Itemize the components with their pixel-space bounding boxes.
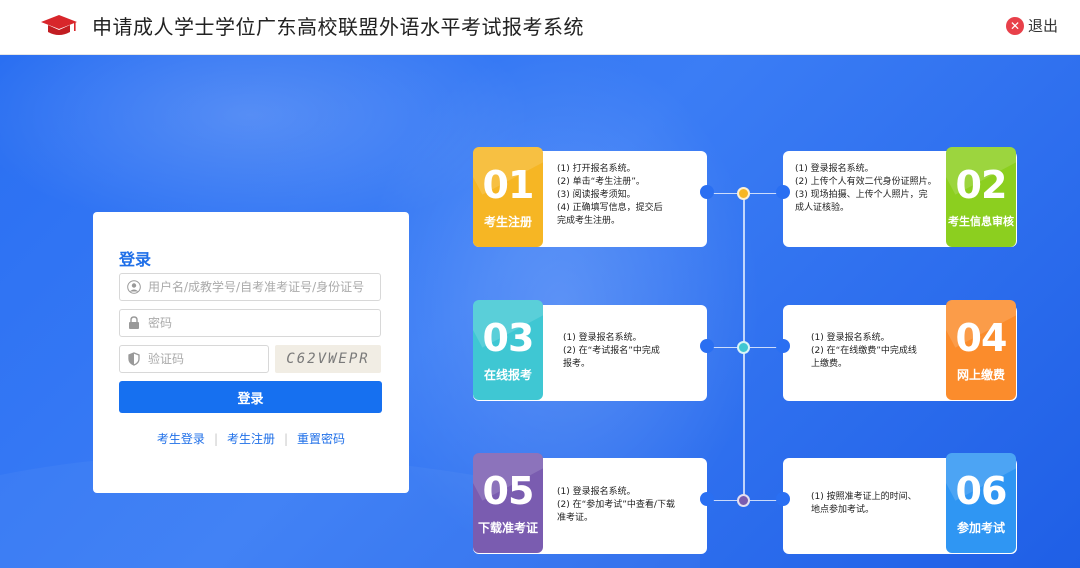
step-label: 下载准考证 — [477, 521, 538, 535]
user-icon — [127, 280, 141, 294]
logout-label: 退出 — [1027, 17, 1058, 35]
step-badge-05: 05 下载准考证 — [473, 453, 543, 553]
step-description: (1) 登录报名系统。 (2) 在“考试报名”中完成 报考。 — [563, 333, 660, 369]
graduation-cap-icon — [41, 15, 77, 35]
password-field[interactable] — [119, 309, 381, 337]
main-banner: 登录 C62VWEPR 登录 考生登录 | 考生注册 | 重置密 — [0, 55, 1080, 568]
step-number: 02 — [955, 163, 1008, 207]
step-badge-06: 06 参加考试 — [946, 453, 1016, 553]
link-divider: | — [213, 431, 218, 446]
shield-icon — [127, 352, 141, 366]
timeline-dot — [737, 494, 750, 507]
step-description: (1) 登录报名系统。 (2) 在“在线缴费”中完成线 上缴费。 — [811, 333, 917, 369]
student-register-link[interactable]: 考生注册 — [227, 430, 275, 447]
lock-icon — [127, 316, 141, 330]
login-links: 考生登录 | 考生注册 | 重置密码 — [93, 430, 409, 447]
step-description: (1) 打开报名系统。 (2) 单击“考生注册”。 (3) 阅读报考须知。 (4… — [557, 164, 663, 226]
step-badge-04: 04 网上缴费 — [946, 300, 1016, 400]
card-notch — [700, 339, 714, 353]
captcha-field[interactable] — [119, 345, 269, 373]
password-input[interactable] — [148, 316, 368, 330]
step-number: 03 — [482, 316, 535, 360]
login-card: 登录 C62VWEPR 登录 考生登录 | 考生注册 | 重置密 — [93, 212, 409, 493]
captcha-image[interactable]: C62VWEPR — [275, 345, 381, 373]
step-number: 04 — [955, 316, 1008, 360]
logout-button[interactable]: ✕ 退出 — [1005, 15, 1058, 36]
top-header: 申请成人学士学位广东高校联盟外语水平考试报考系统 ✕ 退出 — [0, 0, 1080, 55]
login-submit-button[interactable]: 登录 — [119, 381, 382, 413]
step-description: (1) 登录报名系统。 (2) 在“参加考试”中查看/下载 准考证。 — [557, 487, 675, 523]
card-notch — [776, 492, 790, 506]
step-number: 06 — [955, 469, 1008, 513]
timeline-dot — [737, 187, 750, 200]
card-notch — [700, 185, 714, 199]
step-badge-02: 02 考生信息审核 — [946, 147, 1016, 247]
step-description: (1) 登录报名系统。 (2) 上传个人有效二代身份证照片。 (3) 现场拍摄、… — [795, 164, 937, 213]
step-description: (1) 按照准考证上的时间、 地点参加考试。 — [811, 492, 917, 515]
step-label: 在线报考 — [483, 368, 532, 382]
reset-password-link[interactable]: 重置密码 — [297, 430, 345, 447]
step-number: 01 — [482, 163, 535, 207]
close-circle-icon: ✕ — [1005, 16, 1024, 35]
step-label: 考生注册 — [483, 215, 532, 229]
site-title: 申请成人学士学位广东高校联盟外语水平考试报考系统 — [92, 15, 584, 39]
step-label: 考生信息审核 — [948, 215, 1014, 228]
step-label: 参加考试 — [956, 521, 1005, 535]
timeline-dot — [737, 341, 750, 354]
card-notch — [700, 492, 714, 506]
username-input[interactable] — [148, 280, 368, 294]
card-notch — [776, 185, 790, 199]
username-field[interactable] — [119, 273, 381, 301]
card-notch — [776, 339, 790, 353]
step-label: 网上缴费 — [956, 368, 1005, 382]
link-divider: | — [284, 431, 289, 446]
login-title: 登录 — [119, 250, 152, 269]
student-login-link[interactable]: 考生登录 — [157, 430, 205, 447]
step-badge-01: 01 考生注册 — [473, 147, 543, 247]
captcha-input[interactable] — [148, 352, 258, 366]
step-badge-03: 03 在线报考 — [473, 300, 543, 400]
step-number: 05 — [482, 469, 535, 513]
